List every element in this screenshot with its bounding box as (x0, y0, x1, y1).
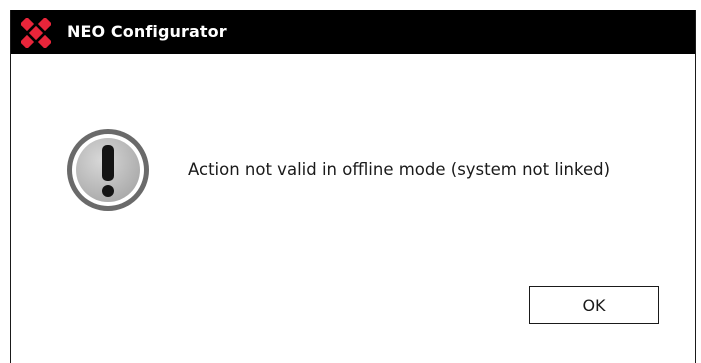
title-bar[interactable]: NEO Configurator (11, 10, 695, 54)
message-dialog: NEO Configurator Action not valid in off… (10, 10, 696, 363)
neo-logo-icon (21, 18, 51, 48)
warning-exclamation-icon (67, 129, 149, 211)
ok-button[interactable]: OK (529, 286, 659, 324)
dialog-message: Action not valid in offline mode (system… (188, 160, 611, 179)
window-title: NEO Configurator (67, 22, 227, 41)
